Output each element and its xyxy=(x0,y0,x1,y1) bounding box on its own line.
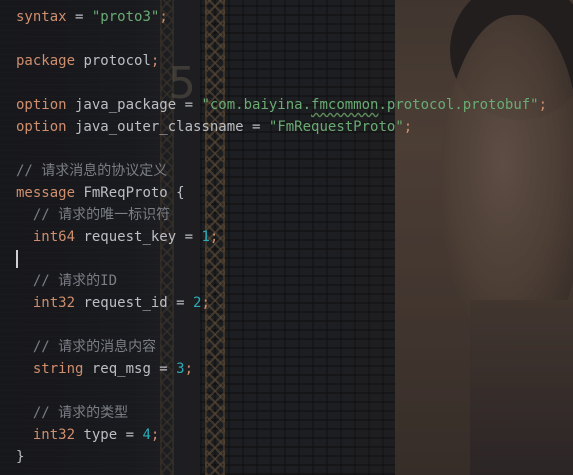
spelling-warning: fmcommon xyxy=(311,97,379,113)
code-line-package[interactable]: package protocol; xyxy=(16,50,159,72)
code-line-closing-brace[interactable]: } xyxy=(16,446,24,468)
code-line-comment[interactable]: // 请求的ID xyxy=(16,270,117,292)
code-line-field-type[interactable]: int32 type = 4; xyxy=(16,424,160,446)
code-line-comment[interactable]: // 请求的唯一标识符 xyxy=(16,204,170,226)
code-line-field-req-msg[interactable]: string req_msg = 3; xyxy=(16,358,193,380)
code-editor[interactable]: syntax = "proto3"; package protocol; opt… xyxy=(0,0,573,475)
text-cursor xyxy=(16,250,18,268)
code-line-message[interactable]: message FmReqProto { xyxy=(16,182,185,204)
code-line-field-request-id[interactable]: int32 request_id = 2; xyxy=(16,292,210,314)
code-line-java-outer-classname[interactable]: option java_outer_classname = "FmRequest… xyxy=(16,116,412,138)
code-line-comment[interactable]: // 请求的消息内容 xyxy=(16,336,156,358)
code-line-comment[interactable]: // 请求的类型 xyxy=(16,402,128,424)
code-line-syntax[interactable]: syntax = "proto3"; xyxy=(16,6,168,28)
code-line-java-package[interactable]: option java_package = "com.baiyina.fmcom… xyxy=(16,94,547,116)
code-line-comment[interactable]: // 请求消息的协议定义 xyxy=(16,160,167,182)
code-line-field-request-key[interactable]: int64 request_key = 1; xyxy=(16,226,219,248)
